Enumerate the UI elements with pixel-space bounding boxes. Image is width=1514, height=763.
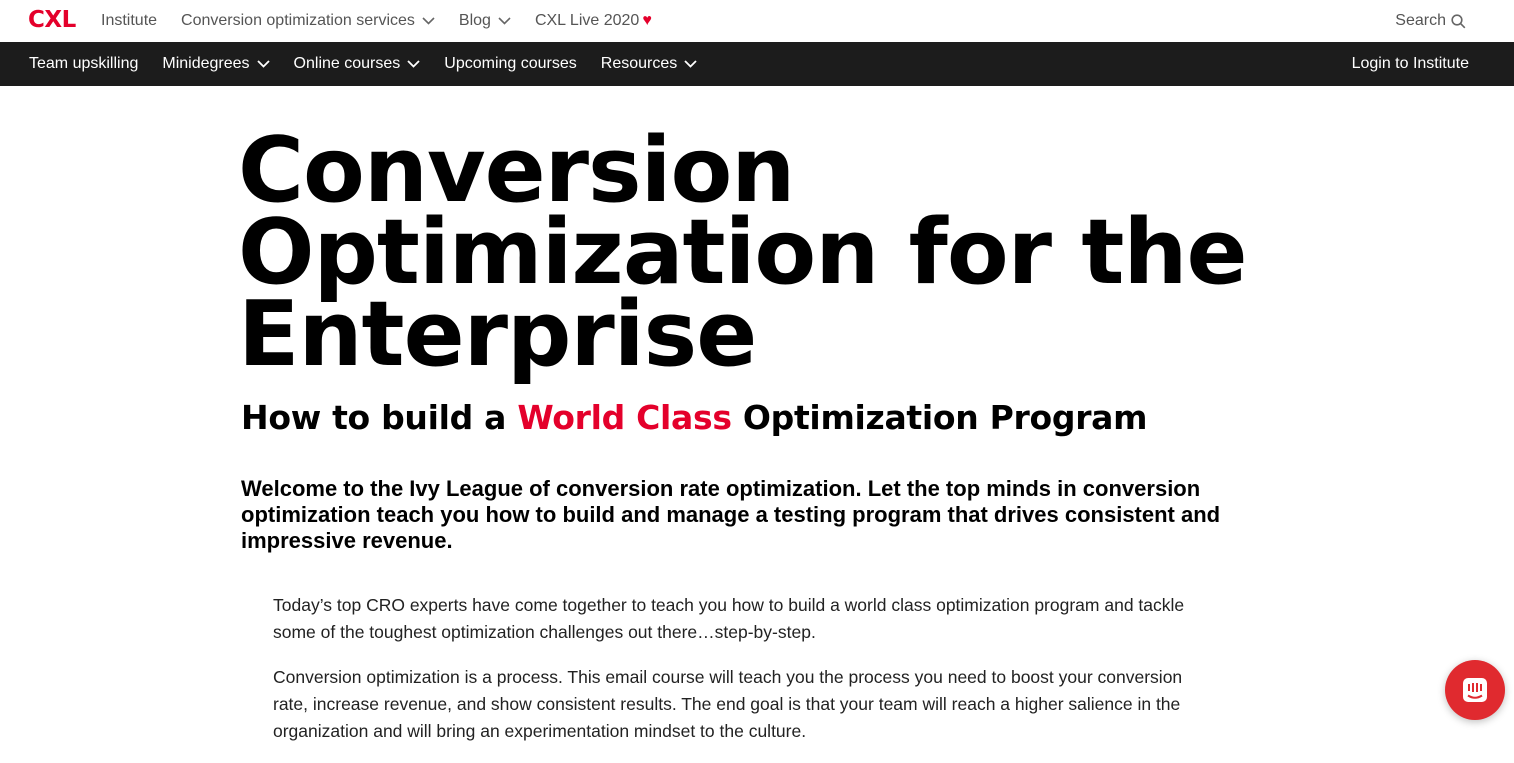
main-nav-upcoming-courses[interactable]: Upcoming courses xyxy=(444,55,577,73)
top-nav: Institute Conversion optimization servic… xyxy=(101,0,676,42)
main-nav-online-courses[interactable]: Online courses xyxy=(294,55,421,73)
main-nav: Team upskilling Minidegrees Online cours… xyxy=(0,42,1514,86)
main-nav-label: Resources xyxy=(600,55,678,72)
top-nav-institute[interactable]: Institute xyxy=(101,12,157,30)
subtitle-lead: How to build a xyxy=(241,398,518,437)
search-button[interactable]: Search xyxy=(1395,0,1466,42)
lead-paragraph: Welcome to the Ivy League of conversion … xyxy=(241,476,1221,553)
body-paragraph: Conversion optimization is a process. Th… xyxy=(273,667,1183,741)
page-title-line: Enterprise xyxy=(238,282,757,387)
chat-icon xyxy=(1463,678,1487,702)
chevron-down-icon xyxy=(684,60,697,68)
top-bar: CXL Institute Conversion optimization se… xyxy=(0,0,1514,42)
chevron-down-icon xyxy=(422,17,435,25)
top-nav-label: Blog xyxy=(458,12,491,29)
chevron-down-icon xyxy=(407,60,420,68)
main-content: Conversion Optimization for the Enterpri… xyxy=(238,86,1271,763)
login-to-institute-link[interactable]: Login to Institute xyxy=(1352,42,1469,86)
main-nav-label: Upcoming courses xyxy=(444,55,577,72)
top-nav-label: CXL Live 2020 xyxy=(534,12,640,29)
main-nav-minidegrees[interactable]: Minidegrees xyxy=(162,55,270,73)
top-nav-cxl-live[interactable]: CXL Live 2020 ♥ xyxy=(535,12,652,30)
body-paragraph: Today’s top CRO experts have come togeth… xyxy=(273,595,1185,642)
top-nav-label: Conversion optimization services xyxy=(181,12,415,29)
balloon-heart-icon: ♥ xyxy=(642,12,652,29)
chevron-down-icon xyxy=(256,60,270,68)
main-nav-resources[interactable]: Resources xyxy=(601,55,697,73)
main-nav-label: Online courses xyxy=(293,55,401,72)
subtitle-accent: World Class xyxy=(517,398,732,437)
page-title: Conversion Optimization for the Enterpri… xyxy=(238,126,1271,387)
top-nav-label: Institute xyxy=(101,12,158,29)
cxl-logo[interactable]: CXL xyxy=(28,7,76,33)
chevron-down-icon xyxy=(498,17,511,25)
chat-launcher-button[interactable] xyxy=(1445,660,1505,720)
top-nav-blog[interactable]: Blog xyxy=(459,12,511,30)
main-nav-label: Team upskilling xyxy=(29,55,139,72)
main-nav-label: Minidegrees xyxy=(162,55,250,72)
subtitle-tail: Optimization Program xyxy=(731,398,1148,437)
search-icon xyxy=(1451,13,1466,28)
search-label: Search xyxy=(1395,12,1446,29)
page-subtitle: How to build a World Class Optimization … xyxy=(241,398,1271,438)
body-text: Today’s top CRO experts have come togeth… xyxy=(273,592,1213,745)
main-nav-team-upskilling[interactable]: Team upskilling xyxy=(29,55,138,73)
top-nav-conversion-services[interactable]: Conversion optimization services xyxy=(181,12,435,30)
